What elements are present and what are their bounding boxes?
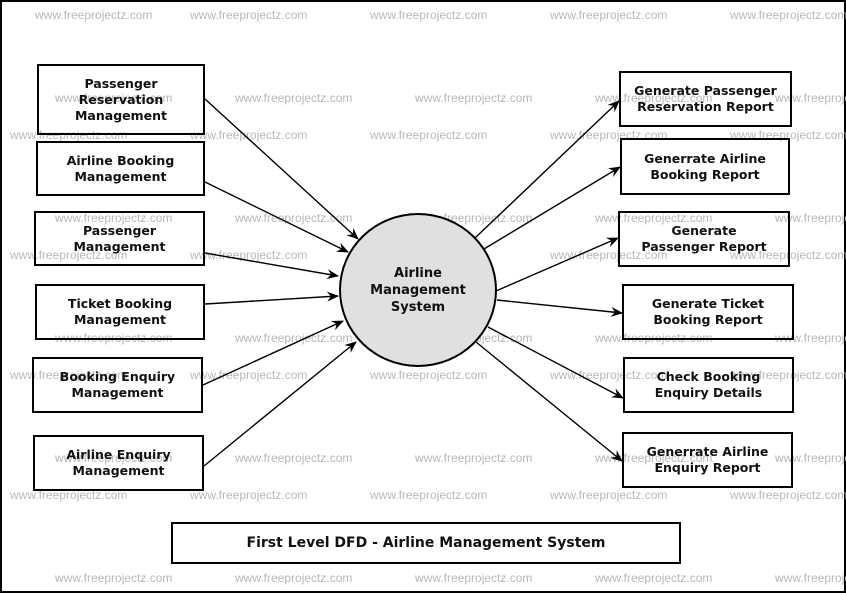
flow-arrow-in3-to-center <box>204 252 339 280</box>
entity-label: Generrate Airline Booking Report <box>644 150 766 182</box>
input-entity-booking-enquiry-management[interactable]: Booking Enquiry Management <box>32 357 203 413</box>
output-generate-ticket-booking-report[interactable]: Generate Ticket Booking Report <box>622 284 794 340</box>
entity-label: Passenger Management <box>73 222 166 254</box>
entity-label: Airline Enquiry Management <box>66 447 171 478</box>
entity-label: Passenger Reservation Management <box>74 75 167 123</box>
flow-arrow-center-to-out2 <box>483 166 621 250</box>
flow-arrow-center-to-out4 <box>496 299 623 317</box>
flow-arrow-in1-to-center <box>204 98 359 240</box>
output-check-booking-enquiry-details[interactable]: Check Booking Enquiry Details <box>623 357 794 413</box>
flow-arrow-in5-to-center <box>202 320 344 386</box>
flow-arrow-center-to-out3 <box>495 237 619 292</box>
flow-arrow-in6-to-center <box>203 341 357 467</box>
center-process-label: Airline Management System <box>370 265 466 315</box>
input-entity-ticket-booking-management[interactable]: Ticket Booking Management <box>35 284 205 340</box>
caption-text: First Level DFD - Airline Management Sys… <box>246 535 606 551</box>
flow-arrow-in4-to-center <box>204 291 339 305</box>
flow-arrow-in2-to-center <box>204 181 349 253</box>
center-process-airline-management-system[interactable]: Airline Management System <box>339 213 497 367</box>
output-generate-passenger-report[interactable]: Generate Passenger Report <box>618 211 790 267</box>
diagram-caption: First Level DFD - Airline Management Sys… <box>171 522 681 564</box>
input-entity-passenger-reservation-management[interactable]: Passenger Reservation Management <box>37 64 205 135</box>
flow-arrow-center-to-out5 <box>487 326 624 399</box>
input-entity-airline-enquiry-management[interactable]: Airline Enquiry Management <box>33 435 204 491</box>
input-entity-passenger-management[interactable]: Passenger Management <box>34 211 205 266</box>
output-generrate-airline-booking-report[interactable]: Generrate Airline Booking Report <box>620 138 790 195</box>
entity-label: Booking Enquiry Management <box>59 369 176 400</box>
entity-label: Generrate Airline Enquiry Report <box>646 444 769 475</box>
input-entity-airline-booking-management[interactable]: Airline Booking Management <box>36 141 205 196</box>
entity-label: Ticket Booking Management <box>67 296 173 327</box>
flow-arrow-center-to-out1 <box>474 100 620 239</box>
output-generate-passenger-reservation-report[interactable]: Generate Passenger Reservation Report <box>619 71 792 127</box>
entity-label: Generate Ticket Booking Report <box>651 296 765 327</box>
entity-label: Generate Passenger Report <box>641 223 767 254</box>
entity-label: Generate Passenger Reservation Report <box>634 83 777 114</box>
entity-label: Airline Booking Management <box>66 152 175 184</box>
output-generrate-airline-enquiry-report[interactable]: Generrate Airline Enquiry Report <box>622 432 793 488</box>
entity-label: Check Booking Enquiry Details <box>654 369 763 400</box>
